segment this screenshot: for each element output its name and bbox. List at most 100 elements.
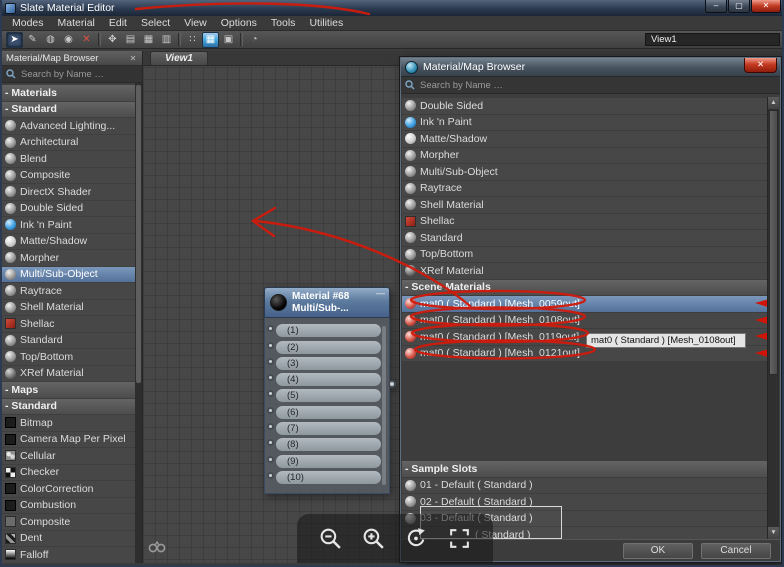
- node-slot[interactable]: (8): [267, 438, 381, 452]
- zoom-out-button[interactable]: [316, 524, 346, 554]
- material-type-row[interactable]: Double Sided: [402, 98, 767, 114]
- slot-socket-icon[interactable]: [267, 471, 274, 479]
- cancel-button[interactable]: Cancel: [701, 542, 771, 559]
- minimize-button[interactable]: –: [705, 0, 727, 13]
- list-item[interactable]: Standard: [2, 332, 135, 348]
- list-item[interactable]: Camera Map Per Pixel: [2, 431, 135, 447]
- layout-children-button[interactable]: ▥: [158, 32, 175, 48]
- list-item[interactable]: Composite: [2, 514, 135, 530]
- node-slot[interactable]: (2): [267, 340, 381, 354]
- layout-all-button[interactable]: ▦: [140, 32, 157, 48]
- list-item[interactable]: Dent: [2, 530, 135, 546]
- node-slot[interactable]: (3): [267, 356, 381, 370]
- list-item[interactable]: Raytrace: [2, 283, 135, 299]
- slot-socket-icon[interactable]: [267, 406, 274, 414]
- list-item[interactable]: Ink 'n Paint: [2, 217, 135, 233]
- material-node[interactable]: Material #68 Multi/Sub-... — (1) (2) (3)…: [264, 287, 396, 495]
- list-item[interactable]: - Standard: [2, 101, 135, 117]
- menu-tools[interactable]: Tools: [264, 17, 303, 29]
- list-item[interactable]: DirectX Shader: [2, 184, 135, 200]
- ok-button[interactable]: OK: [623, 542, 693, 559]
- panel-scrollbar[interactable]: [135, 83, 142, 563]
- material-id-channel-button[interactable]: ∷: [184, 32, 201, 48]
- menu-view[interactable]: View: [177, 17, 214, 29]
- list-item[interactable]: XRef Material: [2, 365, 135, 381]
- material-type-row[interactable]: Ink 'n Paint: [402, 114, 767, 130]
- node-collapse-icon[interactable]: —: [376, 288, 385, 298]
- delete-selected-button[interactable]: ✕: [78, 32, 95, 48]
- panel-close-icon[interactable]: ✕: [128, 54, 138, 63]
- slot-socket-icon[interactable]: [267, 390, 274, 398]
- list-item[interactable]: Shellac: [2, 316, 135, 332]
- list-item[interactable]: Shell Material: [2, 299, 135, 315]
- node-slot[interactable]: (1): [267, 324, 381, 338]
- material-type-row[interactable]: Raytrace: [402, 180, 767, 196]
- material-type-row[interactable]: Morpher: [402, 147, 767, 163]
- list-item[interactable]: Architectural: [2, 134, 135, 150]
- list-item[interactable]: Falloff: [2, 547, 135, 563]
- scrollbar-thumb[interactable]: [136, 85, 141, 383]
- menu-material[interactable]: Material: [51, 17, 102, 29]
- dialog-scrollbar[interactable]: ▲ ▼: [767, 97, 779, 539]
- menu-edit[interactable]: Edit: [102, 17, 134, 29]
- list-item[interactable]: Morpher: [2, 250, 135, 266]
- scroll-down-icon[interactable]: ▼: [768, 527, 779, 539]
- show-background-button[interactable]: ▣: [220, 32, 237, 48]
- slot-socket-icon[interactable]: [267, 423, 274, 431]
- material-type-row[interactable]: XRef Material: [402, 263, 767, 279]
- options-button[interactable]: ◔: [246, 32, 263, 48]
- slot-socket-icon[interactable]: [267, 374, 274, 382]
- assign-material-to-selection-button[interactable]: ◉: [60, 32, 77, 48]
- slot-socket-icon[interactable]: [267, 325, 274, 333]
- sample-slot-row[interactable]: 01 - Default ( Standard ): [402, 477, 767, 493]
- list-item[interactable]: Blend: [2, 151, 135, 167]
- material-type-row[interactable]: Standard: [402, 230, 767, 246]
- slot-socket-icon[interactable]: [267, 357, 274, 365]
- list-item[interactable]: Composite: [2, 167, 135, 183]
- dialog-close-button[interactable]: ✕: [744, 58, 777, 73]
- slot-socket-icon[interactable]: [267, 455, 274, 463]
- material-type-row[interactable]: Top/Bottom: [402, 246, 767, 262]
- maximize-button[interactable]: ▢: [728, 0, 750, 13]
- list-item[interactable]: Double Sided: [2, 200, 135, 216]
- list-item[interactable]: Advanced Lighting...: [2, 118, 135, 134]
- select-tool-button[interactable]: ➤: [6, 31, 23, 48]
- find-binoculars-icon[interactable]: [148, 539, 166, 553]
- node-slot[interactable]: (4): [267, 373, 381, 387]
- material-type-row[interactable]: Shellac: [402, 213, 767, 229]
- list-item[interactable]: ColorCorrection: [2, 481, 135, 497]
- panel-header[interactable]: Material/Map Browser ✕: [2, 51, 142, 66]
- node-slot-scrollbar[interactable]: [382, 326, 386, 486]
- node-header[interactable]: Material #68 Multi/Sub-... —: [264, 287, 390, 318]
- hide-unused-nodeslots-button[interactable]: ▤: [122, 32, 139, 48]
- node-slot[interactable]: (10): [267, 470, 381, 484]
- material-type-row[interactable]: Multi/Sub-Object: [402, 164, 767, 180]
- list-item[interactable]: - Materials: [2, 85, 135, 101]
- list-item[interactable]: Multi/Sub-Object: [2, 266, 135, 282]
- pick-material-from-object-button[interactable]: ✎: [24, 32, 41, 48]
- tab-view1[interactable]: View1: [150, 51, 208, 65]
- list-item[interactable]: Cellular: [2, 448, 135, 464]
- node-output-connector[interactable]: [388, 380, 396, 388]
- scene-materials-header[interactable]: - Scene Materials: [402, 279, 767, 295]
- show-shaded-material-in-viewport-button[interactable]: ▦: [202, 31, 219, 48]
- material-type-row[interactable]: Matte/Shadow: [402, 131, 767, 147]
- view-selector-dropdown[interactable]: View1: [645, 33, 780, 46]
- zoom-extents-button[interactable]: [445, 524, 475, 554]
- list-item[interactable]: - Standard: [2, 398, 135, 414]
- list-item[interactable]: Matte/Shadow: [2, 233, 135, 249]
- list-item[interactable]: Checker: [2, 464, 135, 480]
- scrollbar-thumb[interactable]: [769, 110, 778, 376]
- put-material-to-scene-button[interactable]: ◍: [42, 32, 59, 48]
- list-item[interactable]: Bitmap: [2, 415, 135, 431]
- menu-modes[interactable]: Modes: [5, 17, 51, 29]
- scene-material-row[interactable]: mat0 ( Standard ) [Mesh_0059out]: [402, 296, 767, 312]
- list-item[interactable]: Combustion: [2, 497, 135, 513]
- menu-select[interactable]: Select: [134, 17, 177, 29]
- sample-slots-header[interactable]: - Sample Slots: [402, 461, 767, 477]
- material-type-row[interactable]: Shell Material: [402, 197, 767, 213]
- node-slot[interactable]: (9): [267, 454, 381, 468]
- menu-options[interactable]: Options: [214, 17, 264, 29]
- node-slot[interactable]: (6): [267, 405, 381, 419]
- dialog-search-input[interactable]: [418, 78, 776, 92]
